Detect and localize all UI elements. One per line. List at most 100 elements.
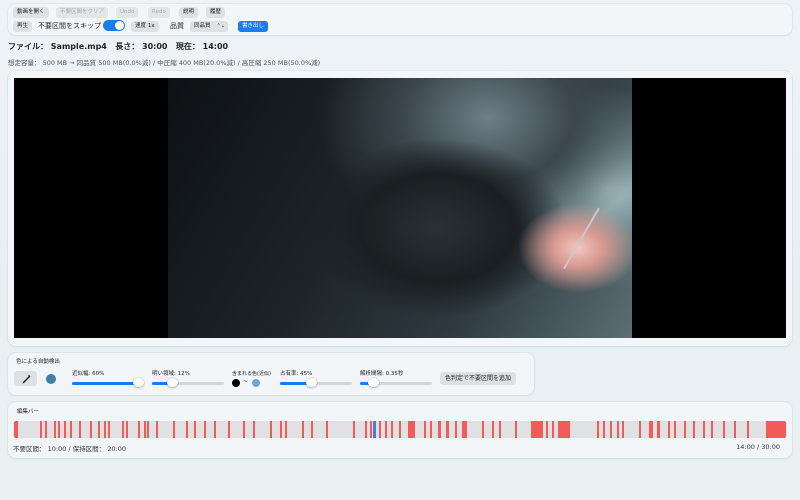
unneeded-segment[interactable] bbox=[104, 421, 107, 438]
help-button[interactable]: 説明 bbox=[179, 7, 199, 18]
unneeded-segment[interactable] bbox=[621, 421, 624, 438]
unneeded-segment[interactable] bbox=[64, 421, 67, 438]
unneeded-segment[interactable] bbox=[70, 421, 73, 438]
unneeded-segment[interactable] bbox=[214, 421, 217, 438]
unneeded-segment[interactable] bbox=[481, 421, 484, 438]
play-button[interactable]: 再生 bbox=[13, 21, 33, 32]
unneeded-segment[interactable] bbox=[379, 421, 382, 438]
unneeded-segment[interactable] bbox=[243, 421, 245, 438]
unneeded-segment[interactable] bbox=[193, 421, 197, 438]
unneeded-segment[interactable] bbox=[44, 421, 47, 438]
unneeded-segment[interactable] bbox=[710, 421, 713, 438]
unneeded-segment[interactable] bbox=[557, 421, 571, 438]
redo-button[interactable]: Redo bbox=[148, 7, 170, 18]
unneeded-segment[interactable] bbox=[147, 421, 150, 438]
tolerance-slider[interactable] bbox=[72, 378, 144, 388]
unneeded-segment[interactable] bbox=[491, 421, 494, 438]
unneeded-segment[interactable] bbox=[692, 421, 695, 438]
unneeded-segment[interactable] bbox=[446, 421, 449, 438]
unneeded-segment[interactable] bbox=[603, 421, 606, 438]
unneeded-segment[interactable] bbox=[78, 421, 82, 438]
unneeded-segment[interactable] bbox=[391, 421, 393, 438]
skip-toggle[interactable] bbox=[103, 20, 125, 31]
speed-button[interactable]: 速度 1x bbox=[131, 21, 159, 32]
unneeded-segment[interactable] bbox=[668, 421, 671, 438]
brightness-slider[interactable] bbox=[152, 378, 224, 388]
unneeded-segment[interactable] bbox=[649, 421, 654, 438]
unneeded-segment[interactable] bbox=[616, 421, 619, 438]
unneeded-segment[interactable] bbox=[227, 421, 230, 438]
unneeded-segment[interactable] bbox=[398, 421, 401, 438]
video-player[interactable] bbox=[14, 78, 786, 338]
export-button[interactable]: 書き出し bbox=[238, 21, 269, 32]
unneeded-segment[interactable] bbox=[597, 421, 600, 438]
slider-thumb[interactable] bbox=[368, 378, 379, 387]
edit-timeline[interactable] bbox=[14, 421, 786, 438]
clear-unneeded-button[interactable]: 不要区間をクリア bbox=[56, 7, 109, 18]
unneeded-segment[interactable] bbox=[766, 421, 786, 438]
unneeded-segment[interactable] bbox=[15, 421, 18, 438]
slider-thumb[interactable] bbox=[167, 378, 178, 387]
unneeded-segment[interactable] bbox=[656, 421, 660, 438]
picked-color-swatch[interactable] bbox=[46, 374, 56, 384]
unneeded-segment[interactable] bbox=[551, 421, 554, 438]
unneeded-segment[interactable] bbox=[270, 421, 272, 438]
unneeded-segment[interactable] bbox=[424, 421, 427, 438]
slider-thumb[interactable] bbox=[133, 378, 144, 387]
unneeded-segment[interactable] bbox=[702, 421, 705, 438]
unneeded-segment[interactable] bbox=[609, 421, 612, 438]
unneeded-segment[interactable] bbox=[438, 421, 442, 438]
unneeded-segment[interactable] bbox=[252, 421, 255, 438]
unneeded-segment[interactable] bbox=[107, 421, 110, 438]
interval-slider[interactable] bbox=[360, 378, 432, 388]
unneeded-segment[interactable] bbox=[302, 421, 305, 438]
unneeded-segment[interactable] bbox=[156, 421, 158, 438]
unneeded-segment[interactable] bbox=[173, 421, 176, 438]
unneeded-segment[interactable] bbox=[144, 421, 146, 438]
playhead[interactable] bbox=[373, 421, 377, 438]
unneeded-segment[interactable] bbox=[186, 421, 188, 438]
toggle-knob bbox=[115, 21, 124, 30]
unneeded-segment[interactable] bbox=[638, 421, 641, 438]
unneeded-segment[interactable] bbox=[462, 421, 467, 438]
unneeded-segment[interactable] bbox=[90, 421, 93, 438]
add-by-color-button[interactable]: 色判定で不要区間を追加 bbox=[440, 372, 517, 385]
unneeded-segment[interactable] bbox=[370, 421, 372, 438]
unneeded-segment[interactable] bbox=[531, 421, 543, 438]
unneeded-segment[interactable] bbox=[364, 421, 367, 438]
unneeded-segment[interactable] bbox=[454, 421, 457, 438]
unneeded-segment[interactable] bbox=[39, 421, 42, 438]
unneeded-segment[interactable] bbox=[722, 421, 725, 438]
unneeded-segment[interactable] bbox=[385, 421, 387, 438]
unneeded-segment[interactable] bbox=[429, 421, 432, 438]
unneeded-segment[interactable] bbox=[352, 421, 355, 438]
eyedropper-button[interactable] bbox=[14, 371, 37, 386]
unneeded-segment[interactable] bbox=[204, 421, 206, 438]
color-to-swatch[interactable] bbox=[252, 379, 260, 387]
color-from-swatch[interactable] bbox=[232, 379, 240, 387]
unneeded-segment[interactable] bbox=[545, 421, 548, 438]
slider-thumb[interactable] bbox=[306, 378, 317, 387]
unneeded-segment[interactable] bbox=[98, 421, 101, 438]
unneeded-segment[interactable] bbox=[747, 421, 750, 438]
unneeded-segment[interactable] bbox=[325, 421, 328, 438]
unneeded-segment[interactable] bbox=[53, 421, 56, 438]
unneeded-segment[interactable] bbox=[515, 421, 518, 438]
undo-button[interactable]: Undo bbox=[116, 7, 139, 18]
unneeded-segment[interactable] bbox=[407, 421, 415, 438]
history-button[interactable]: 履歴 bbox=[206, 7, 226, 18]
quality-select[interactable]: 同品質 ⌃⌄ bbox=[190, 21, 228, 32]
unneeded-segment[interactable] bbox=[498, 421, 501, 438]
unneeded-segment[interactable] bbox=[125, 421, 129, 438]
unneeded-segment[interactable] bbox=[137, 421, 140, 438]
open-video-button[interactable]: 動画を開く bbox=[13, 7, 49, 18]
unneeded-segment[interactable] bbox=[674, 421, 677, 438]
unneeded-segment[interactable] bbox=[284, 421, 287, 438]
unneeded-segment[interactable] bbox=[310, 421, 314, 438]
unneeded-segment[interactable] bbox=[58, 421, 61, 438]
unneeded-segment[interactable] bbox=[684, 421, 687, 438]
unneeded-segment[interactable] bbox=[279, 421, 282, 438]
unneeded-segment[interactable] bbox=[733, 421, 736, 438]
ratio-slider[interactable] bbox=[280, 378, 352, 388]
unneeded-segment[interactable] bbox=[122, 421, 125, 438]
